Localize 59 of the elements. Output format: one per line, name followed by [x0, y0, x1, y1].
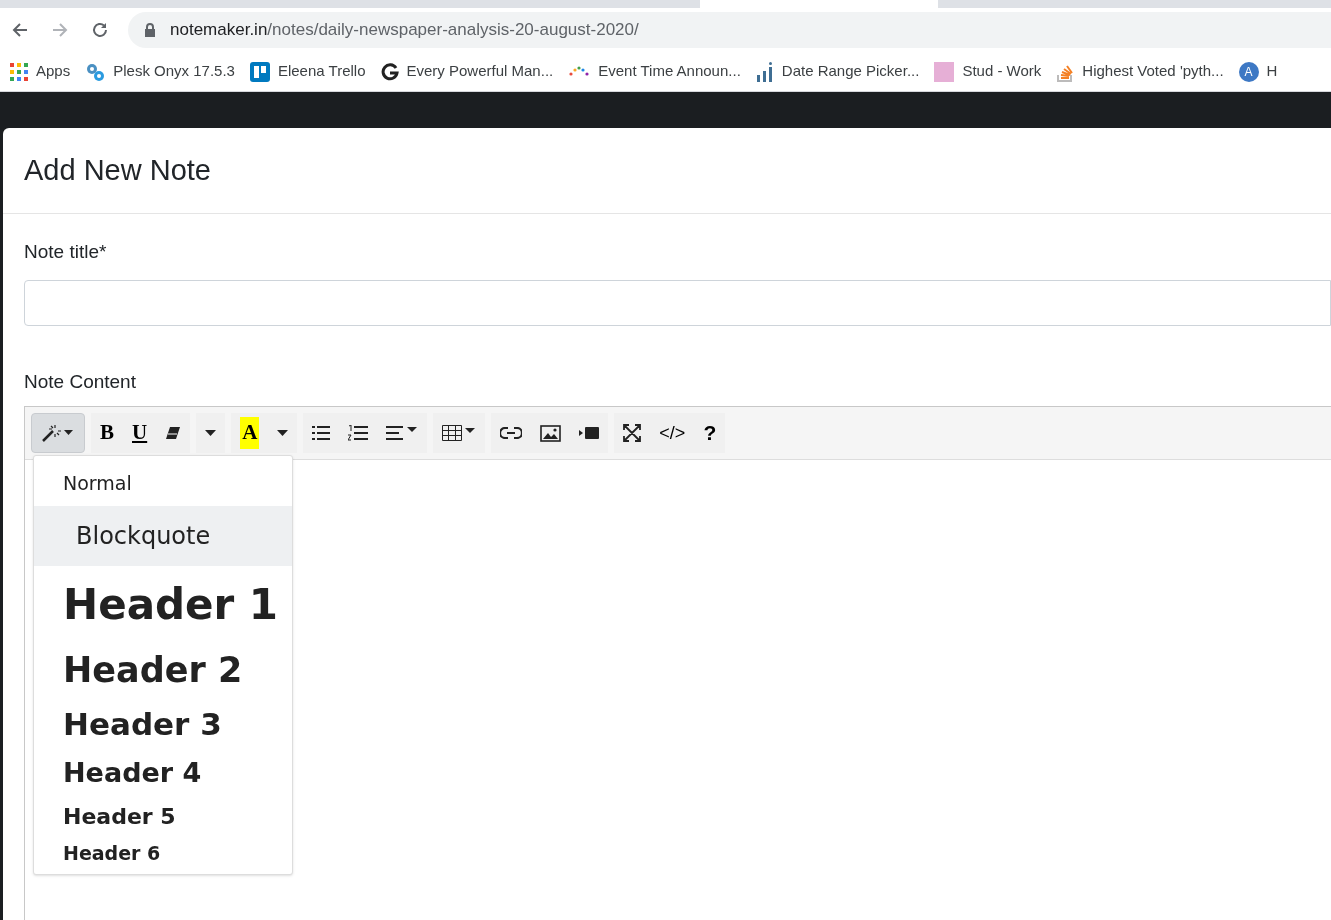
caret-icon: [277, 430, 289, 436]
dropdown-button[interactable]: [196, 413, 226, 453]
reload-icon[interactable]: [90, 20, 110, 40]
lock-icon: [144, 23, 156, 37]
bookmark[interactable]: Plesk Onyx 17.5.3: [85, 60, 235, 83]
table-icon: [442, 425, 477, 441]
eraser-icon: [165, 426, 182, 440]
toolbar-button[interactable]: [433, 413, 486, 453]
align-left-icon: [386, 426, 419, 440]
url-text: notemaker.in/notes/daily-newspaper-analysis-20-august-2020/: [170, 19, 639, 42]
video-icon: [579, 426, 600, 440]
field-label: Note title*: [24, 241, 107, 262]
style-option[interactable]: Header 6: [34, 836, 292, 870]
image-icon: [540, 424, 562, 442]
bookmark[interactable]: Event Time Announ...: [568, 60, 741, 83]
title-input[interactable]: [24, 279, 1331, 326]
field-label: Note Content: [24, 370, 136, 392]
style-wand-icon: [41, 423, 75, 443]
toolbar-button[interactable]: B: [91, 413, 123, 453]
square-icon: [934, 61, 955, 82]
toolbar-button[interactable]: [570, 413, 609, 453]
style-option[interactable]: Header 1: [34, 566, 292, 642]
bookmark[interactable]: Every Powerful Man...: [380, 60, 554, 83]
link-icon: [500, 427, 523, 439]
bookmark[interactable]: Date Range Picker...: [755, 60, 920, 83]
fullscreen-icon: [623, 424, 642, 442]
board-icon: [249, 61, 270, 82]
bar-chart-icon: [755, 61, 774, 82]
toolbar-button[interactable]: ?: [694, 413, 726, 453]
style-option[interactable]: Blockquote: [34, 506, 292, 566]
bullet-list-icon: [312, 426, 331, 440]
style-option[interactable]: Header 4: [34, 750, 292, 796]
g-logo-icon: [380, 62, 399, 81]
avatar-badge: A: [1238, 61, 1259, 82]
style-option[interactable]: Normal: [34, 460, 292, 506]
style-option[interactable]: Header 2: [34, 642, 292, 698]
caret-icon: [205, 430, 217, 436]
style-option[interactable]: Header 3: [34, 698, 292, 750]
numbered-list-icon: [348, 425, 369, 441]
toolbar-button[interactable]: [491, 413, 532, 453]
bookmark[interactable]: Highest Voted 'pyth...: [1056, 60, 1224, 83]
dropdown-button[interactable]: [268, 413, 298, 453]
modal-title: Add New Note: [24, 152, 211, 188]
style-option[interactable]: Header 5: [34, 796, 292, 836]
apps-grid-icon: [10, 62, 28, 81]
toolbar-button[interactable]: </>: [650, 413, 695, 453]
address-bar[interactable]: notemaker.in/notes/daily-newspaper-analysis-20-august-2020/: [128, 12, 1331, 48]
toolbar-button[interactable]: [156, 413, 191, 453]
toolbar-button[interactable]: [377, 413, 428, 453]
bookmark[interactable]: Stud - Work: [934, 60, 1042, 83]
bookmark[interactable]: Apps: [10, 60, 71, 83]
toolbar-button[interactable]: [303, 413, 340, 453]
style-button[interactable]: [31, 413, 85, 453]
bookmark[interactable]: Eleena Trello: [249, 60, 366, 83]
bookmark[interactable]: A H: [1238, 60, 1278, 83]
gears-icon: [85, 61, 106, 82]
toolbar-button[interactable]: U: [123, 413, 157, 453]
toolbar-button[interactable]: A: [231, 413, 269, 453]
toolbar-button[interactable]: [614, 413, 651, 453]
